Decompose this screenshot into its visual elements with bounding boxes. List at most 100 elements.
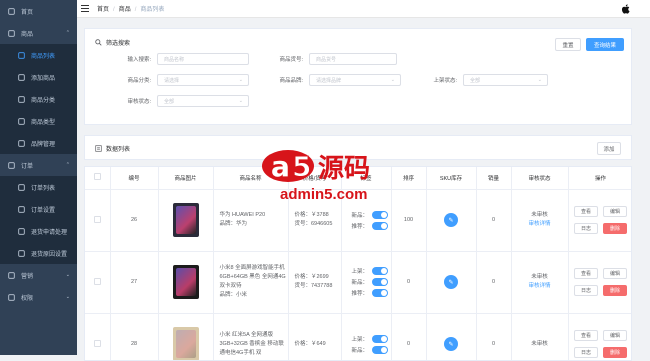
edit-button[interactable]: 编辑 <box>603 330 627 341</box>
tag-toggle[interactable] <box>372 221 389 230</box>
tag-toggle[interactable] <box>372 210 389 219</box>
sidebar-item-label: 订单列表 <box>31 185 56 192</box>
sidebar-item-8[interactable]: 订单列表 <box>0 176 77 198</box>
product-sales: 0 <box>476 189 512 252</box>
product-brand: 品牌：华为 <box>219 221 248 227</box>
sidebar-item-6[interactable]: 品牌管理 <box>0 132 77 154</box>
apple-icon[interactable] <box>620 3 632 15</box>
delete-button[interactable]: 删除 <box>603 285 627 296</box>
tag-toggle[interactable] <box>372 334 389 343</box>
view-button[interactable]: 查看 <box>574 206 598 217</box>
add-icon <box>18 73 25 81</box>
hamburger-icon[interactable] <box>81 5 89 12</box>
brand-select[interactable]: 请选择品牌 ⌄ <box>309 74 401 86</box>
reset-button[interactable]: 重置 <box>555 38 581 51</box>
column-header: SKU库存 <box>426 167 477 190</box>
sidebar-item-0[interactable]: 首页 <box>0 0 77 22</box>
chevron-down-icon: ⌄ <box>65 272 70 278</box>
sidebar-item-label: 商品列表 <box>31 53 56 60</box>
select-all-checkbox[interactable] <box>93 173 101 181</box>
column-header: 商品图片 <box>158 167 214 190</box>
brand-label: 商品品牌: <box>279 78 303 84</box>
sidebar-item-label: 订单 <box>21 163 34 170</box>
tag-label: 新品： <box>351 212 369 219</box>
sidebar-item-11[interactable]: 退货原因设置 <box>0 242 77 264</box>
edit-sku-icon[interactable]: ✎ <box>444 337 458 351</box>
tag-toggle[interactable] <box>372 345 389 354</box>
category-select[interactable]: 请选择 ⌄ <box>157 74 249 86</box>
log-button[interactable]: 日志 <box>574 285 598 296</box>
search-button[interactable]: 查询结果 <box>586 38 624 51</box>
tag-toggle[interactable] <box>372 278 389 286</box>
product-name: 小米8 全面屏游戏智能手机 6GB+64GB 黑色 全网通4G 双卡双待 <box>219 265 286 289</box>
brand-icon <box>18 139 25 147</box>
add-button[interactable]: 添加 <box>597 142 621 155</box>
column-header: 审核状态 <box>511 167 569 190</box>
table-row: 27 小米8 全面屏游戏智能手机 6GB+64GB 黑色 全网通4G 双卡双待品… <box>85 251 631 314</box>
sidebar-item-2[interactable]: 商品列表 <box>0 44 77 66</box>
verify-select[interactable]: 全部 ⌄ <box>157 95 249 107</box>
product-sn: 货号：7437788 <box>294 283 333 289</box>
row-checkbox[interactable] <box>93 215 101 223</box>
filter-title: 筛选搜索 <box>95 38 130 47</box>
list-title: 数据列表 <box>95 144 130 153</box>
sidebar-item-label: 营销 <box>21 273 34 280</box>
sidebar-item-1[interactable]: 商品 ⌃ <box>0 22 77 44</box>
tag-toggle[interactable] <box>372 289 389 297</box>
row-checkbox[interactable] <box>93 277 101 285</box>
delete-button[interactable]: 删除 <box>603 347 627 358</box>
sidebar-item-label: 商品分类 <box>31 97 56 104</box>
breadcrumb-section: 商品 <box>118 7 131 13</box>
sidebar-item-3[interactable]: 添加商品 <box>0 66 77 88</box>
sn-input[interactable]: 商品货号 <box>309 53 397 65</box>
tag-label: 新品： <box>351 280 369 286</box>
edit-button[interactable]: 编辑 <box>603 206 627 217</box>
verify-status: 未审核 <box>531 340 548 347</box>
verify-detail-link[interactable]: 审核详情 <box>512 220 568 229</box>
product-id: 27 <box>110 251 159 314</box>
sidebar-item-13[interactable]: 权限 ⌄ <box>0 286 77 308</box>
edit-sku-icon[interactable]: ✎ <box>444 275 458 289</box>
breadcrumb-current: 商品列表 <box>140 7 165 13</box>
sidebar-item-7[interactable]: 订单 ⌃ <box>0 154 77 176</box>
log-button[interactable]: 日志 <box>574 347 598 358</box>
breadcrumb-home[interactable]: 首页 <box>97 7 109 13</box>
sidebar-item-label: 商品 <box>21 31 34 38</box>
sidebar-item-label: 订单设置 <box>31 207 56 214</box>
view-button[interactable]: 查看 <box>574 268 598 279</box>
delete-button[interactable]: 删除 <box>603 223 627 234</box>
sidebar-item-5[interactable]: 商品类型 <box>0 110 77 132</box>
reason-icon <box>18 249 25 257</box>
list-icon <box>18 183 25 191</box>
sidebar-item-4[interactable]: 商品分类 <box>0 88 77 110</box>
list-title-text: 数据列表 <box>106 147 131 153</box>
product-sales: 0 <box>476 251 512 314</box>
log-button[interactable]: 日志 <box>574 223 598 234</box>
tag-label: 上架： <box>351 336 369 343</box>
row-checkbox[interactable] <box>93 339 101 347</box>
verify-label: 审核状态: <box>127 99 151 105</box>
breadcrumb: 首页 / 商品 / 商品列表 <box>97 7 165 13</box>
tag-label: 推荐： <box>351 223 369 230</box>
verify-detail-link[interactable]: 审核详情 <box>512 282 568 291</box>
column-header: 销量 <box>476 167 512 190</box>
publish-label: 上架状态: <box>433 78 457 84</box>
sidebar-item-9[interactable]: 订单设置 <box>0 198 77 220</box>
edit-sku-icon[interactable]: ✎ <box>444 213 458 227</box>
tag-label: 上架： <box>351 269 369 275</box>
tag-toggle[interactable] <box>372 267 389 275</box>
keyword-input[interactable]: 商品名称 <box>157 53 249 65</box>
publish-select[interactable]: 全部 ⌄ <box>463 74 548 86</box>
tag-label: 新品： <box>351 347 369 354</box>
product-sn: 货号：6946605 <box>294 221 333 227</box>
edit-button[interactable]: 编辑 <box>603 268 627 279</box>
table-row: 28 小米 红米5A 全网通版 3GB+32GB 香槟金 移动联通电信4G手机 … <box>85 313 631 360</box>
sidebar-item-10[interactable]: 退货申请处理 <box>0 220 77 242</box>
product-image <box>172 203 199 237</box>
product-id: 26 <box>110 189 159 252</box>
view-button[interactable]: 查看 <box>574 330 598 341</box>
search-icon <box>95 39 102 46</box>
chevron-down-icon: ⌄ <box>65 294 70 300</box>
sidebar-item-12[interactable]: 营销 ⌄ <box>0 264 77 286</box>
chevron-down-icon: ⌄ <box>390 77 395 83</box>
